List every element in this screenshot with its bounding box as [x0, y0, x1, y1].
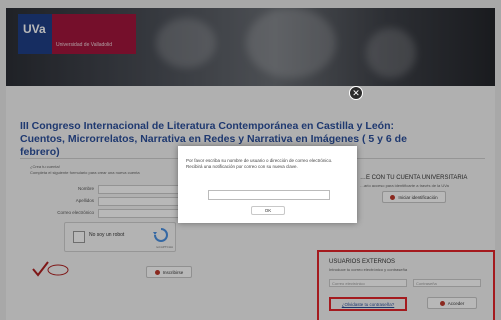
username-input[interactable]	[208, 190, 330, 200]
dialog-message: Por favor escriba su nombre de usuario o…	[186, 158, 333, 169]
ok-button[interactable]: OK	[251, 206, 285, 215]
close-icon[interactable]: ✕	[349, 86, 363, 100]
reset-password-dialog: Por favor escriba su nombre de usuario o…	[178, 146, 357, 223]
